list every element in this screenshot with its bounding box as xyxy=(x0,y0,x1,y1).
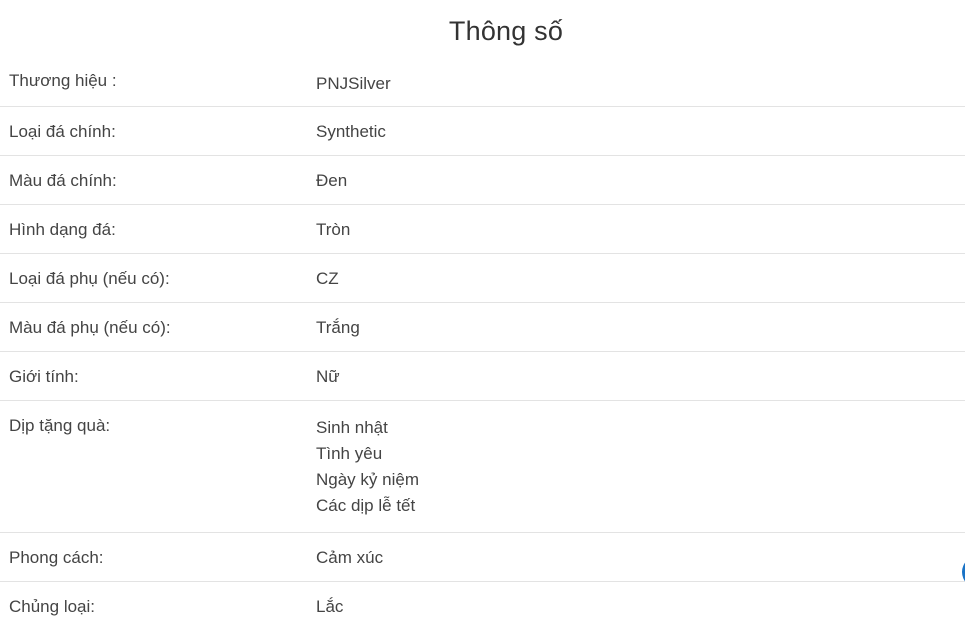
spec-value-item: Ngày kỷ niệm xyxy=(316,470,419,489)
spec-row-brand: Thương hiệu : PNJSilver xyxy=(0,58,965,107)
spec-row-main-stone-color: Màu đá chính: Đen xyxy=(0,156,965,205)
spec-value-text: CZ xyxy=(316,269,339,288)
spec-row-gift-occasion: Dịp tặng quà: Sinh nhật Tình yêu Ngày kỷ… xyxy=(0,401,965,533)
spec-label: Phong cách: xyxy=(9,548,104,567)
spec-row-side-stone-color: Màu đá phụ (nếu có): Trắng xyxy=(0,303,965,352)
spec-value-text: Synthetic xyxy=(316,122,386,141)
spec-page: Thông số Thương hiệu : PNJSilver Loại đá… xyxy=(0,0,965,632)
spec-value: Tròn xyxy=(306,205,965,253)
spec-label: Màu đá phụ (nếu có): xyxy=(9,318,171,337)
spec-value: CZ xyxy=(306,254,965,302)
spec-label: Giới tính: xyxy=(9,367,79,386)
spec-label: Loại đá phụ (nếu có): xyxy=(9,269,170,288)
spec-value: PNJSilver xyxy=(306,58,965,106)
spec-value-item: Các dịp lễ tết xyxy=(316,496,416,515)
spec-value: Synthetic xyxy=(306,107,965,155)
spec-row-stone-shape: Hình dạng đá: Tròn xyxy=(0,205,965,254)
spec-row-style: Phong cách: Cảm xúc xyxy=(0,533,965,582)
spec-label: Màu đá chính: xyxy=(9,171,117,190)
spec-value-text: Cảm xúc xyxy=(316,548,384,567)
spec-table: Thương hiệu : PNJSilver Loại đá chính: S… xyxy=(0,58,965,631)
spec-row-side-stone-type: Loại đá phụ (nếu có): CZ xyxy=(0,254,965,303)
spec-row-main-stone-type: Loại đá chính: Synthetic xyxy=(0,107,965,156)
spec-value: Nữ xyxy=(306,352,965,400)
spec-row-category: Chủng loại: Lắc xyxy=(0,582,965,631)
section-title: Thông số xyxy=(448,16,564,46)
spec-value-text: Tròn xyxy=(316,220,351,239)
spec-value-item: Sinh nhật xyxy=(316,418,388,437)
spec-row-gender: Giới tính: Nữ xyxy=(0,352,965,401)
spec-label: Chủng loại: xyxy=(9,597,96,616)
spec-value-text: Lắc xyxy=(316,597,344,616)
spec-value: Cảm xúc xyxy=(306,533,965,581)
spec-value-item: Tình yêu xyxy=(316,444,383,463)
spec-label: Hình dạng đá: xyxy=(9,220,116,239)
spec-label: Dịp tặng quà: xyxy=(9,416,111,435)
spec-value-list: Sinh nhật Tình yêu Ngày kỷ niệm Các dịp … xyxy=(306,401,965,532)
spec-value-text: PNJSilver xyxy=(316,74,391,93)
spec-value: Trắng xyxy=(306,303,965,351)
spec-value: Đen xyxy=(306,156,965,204)
spec-label: Thương hiệu : xyxy=(9,71,117,90)
spec-value-text: Đen xyxy=(316,171,348,190)
spec-value: Lắc xyxy=(306,582,965,631)
spec-label: Loại đá chính: xyxy=(9,122,116,141)
spec-value-text: Trắng xyxy=(316,318,360,337)
spec-value-text: Nữ xyxy=(316,367,340,386)
